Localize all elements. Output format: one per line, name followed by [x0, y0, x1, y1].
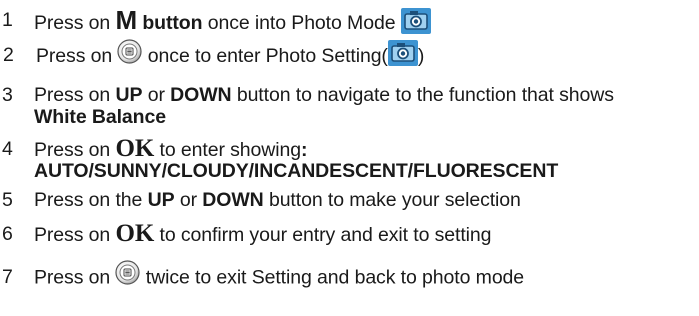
- m-button-label: M: [115, 5, 138, 35]
- step-text-part: Press on: [34, 266, 116, 289]
- up-label: UP: [115, 84, 143, 106]
- camera-icon: [400, 7, 431, 34]
- step-text-part: once to enter Photo Setting(: [142, 45, 388, 68]
- down-label: DOWN: [170, 84, 232, 106]
- step-text: Press on M button once into Photo Mode: [34, 7, 431, 37]
- step-4-continuation: AUTO/SUNNY/CLOUDY/INCANDESCENT/FLUORESCE…: [34, 160, 559, 182]
- step-text: Press on twice to exit Setting and back …: [34, 260, 525, 291]
- step-3-continuation: White Balance: [34, 106, 166, 128]
- step-text-part: Press on: [34, 12, 116, 34]
- step-text-part: Press on: [36, 45, 118, 68]
- step-text-part: to enter showing: [154, 139, 302, 161]
- step-text-part: Press on the: [34, 189, 148, 211]
- step-number: 4: [2, 138, 13, 160]
- step-text-part: button: [137, 12, 203, 34]
- up-label: UP: [147, 189, 175, 211]
- camera-icon: [387, 40, 418, 66]
- menu-button-icon: [117, 38, 143, 64]
- step-number: 7: [2, 266, 13, 288]
- step-text-part: or: [174, 189, 203, 211]
- instruction-list: 1 Press on M button once into Photo Mode…: [0, 0, 699, 316]
- step-number: 2: [3, 44, 14, 66]
- step-text-part: Press on: [34, 224, 116, 246]
- step-text-part: ): [417, 45, 425, 68]
- step-text: Press on UP or DOWN button to navigate t…: [34, 84, 614, 106]
- ok-button-label: OK: [115, 220, 155, 247]
- step-text-part: to confirm your entry and exit to settin…: [154, 224, 492, 246]
- step-text-part: :: [301, 139, 308, 161]
- step-number: 3: [2, 84, 13, 106]
- ok-button-label: OK: [115, 135, 155, 162]
- step-text: Press on OK to enter showing:: [34, 135, 308, 162]
- step-number: 6: [2, 223, 13, 245]
- step-text: Press on the UP or DOWN button to make y…: [34, 189, 521, 211]
- step-text-part: button to navigate to the function that …: [231, 84, 614, 106]
- step-text-part: once into Photo Mode: [202, 12, 401, 34]
- step-text: Press on OK to confirm your entry and ex…: [34, 220, 492, 247]
- step-text-part: or: [142, 84, 171, 106]
- menu-button-icon: [115, 260, 141, 285]
- step-number: 5: [2, 189, 13, 211]
- step-text-part: twice to exit Setting and back to photo …: [140, 266, 525, 289]
- step-text-part: Press on: [34, 139, 116, 161]
- step-text: Press on once to enter Photo Setting(): [36, 38, 425, 70]
- down-label: DOWN: [202, 189, 264, 211]
- step-text-part: Press on: [34, 84, 116, 106]
- step-number: 1: [2, 9, 13, 31]
- step-text-part: button to make your selection: [263, 189, 521, 211]
